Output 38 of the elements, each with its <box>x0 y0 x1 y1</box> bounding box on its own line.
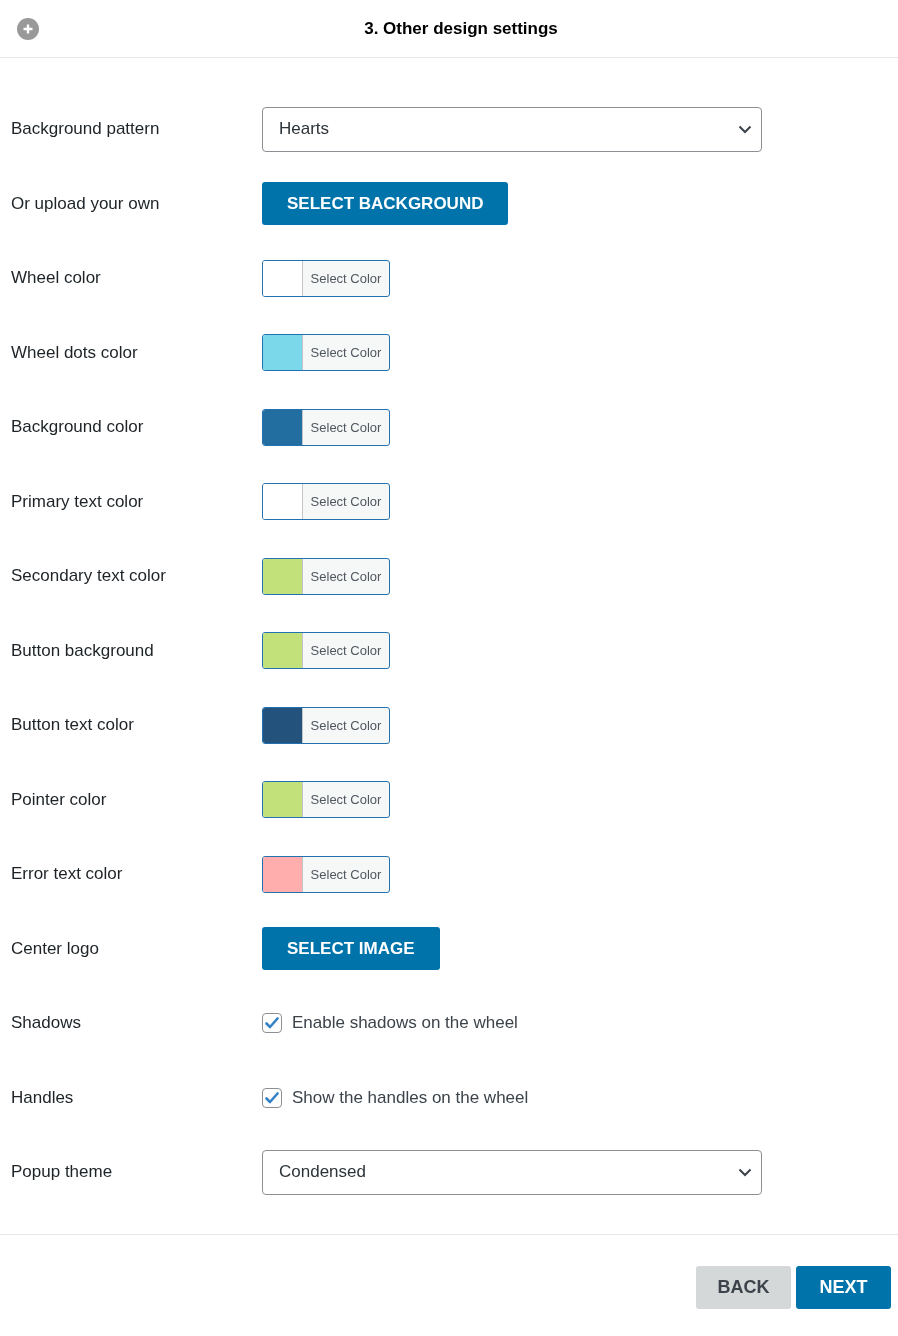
setting-label: Popup theme <box>11 1162 113 1182</box>
setting-label: Pointer color <box>11 789 107 809</box>
checkbox[interactable] <box>262 1087 282 1108</box>
setting-label: Center logo <box>11 938 99 958</box>
section-title: 3. Other design settings <box>364 18 558 39</box>
setting-label: Or upload your own <box>11 193 160 213</box>
color-picker-button[interactable]: Select Color <box>262 334 390 372</box>
color-picker-button[interactable]: Select Color <box>262 259 390 297</box>
color-picker-button[interactable]: Select Color <box>262 483 390 521</box>
next-button[interactable]: NEXT <box>796 1265 891 1309</box>
setting-label: Wheel dots color <box>11 342 138 362</box>
setting-label: Background color <box>11 417 144 437</box>
plus-circle-icon[interactable] <box>17 17 39 40</box>
checkbox[interactable] <box>262 1013 282 1034</box>
dropdown-field[interactable]: Condensed <box>262 1149 762 1195</box>
back-button[interactable]: BACK <box>696 1265 791 1309</box>
select-button[interactable]: SELECT BACKGROUND <box>262 182 509 226</box>
setting-label: Shadows <box>11 1013 81 1033</box>
color-picker-button[interactable]: Select Color <box>262 408 390 446</box>
color-picker-button[interactable]: Select Color <box>262 632 390 670</box>
color-picker-button[interactable]: Select Color <box>262 557 390 595</box>
setting-label: Button background <box>11 640 154 660</box>
dropdown-field[interactable]: Hearts <box>262 106 762 152</box>
setting-label: Wheel color <box>11 268 101 288</box>
chevron-down-icon <box>738 124 752 134</box>
setting-label: Secondary text color <box>11 566 166 586</box>
select-button[interactable]: SELECT IMAGE <box>262 927 440 971</box>
setting-label: Button text color <box>11 715 134 735</box>
setting-label: Background pattern <box>11 119 160 139</box>
color-picker-button[interactable]: Select Color <box>262 706 390 744</box>
checkbox-label: Enable shadows on the wheel <box>292 1013 518 1034</box>
setting-label: Error text color <box>11 864 123 884</box>
chevron-down-icon <box>738 1167 752 1177</box>
color-picker-button[interactable]: Select Color <box>262 781 390 819</box>
setting-label: Handles <box>11 1087 74 1107</box>
setting-label: Primary text color <box>11 491 144 511</box>
checkbox-label: Show the handles on the wheel <box>292 1087 529 1108</box>
color-picker-button[interactable]: Select Color <box>262 855 390 893</box>
